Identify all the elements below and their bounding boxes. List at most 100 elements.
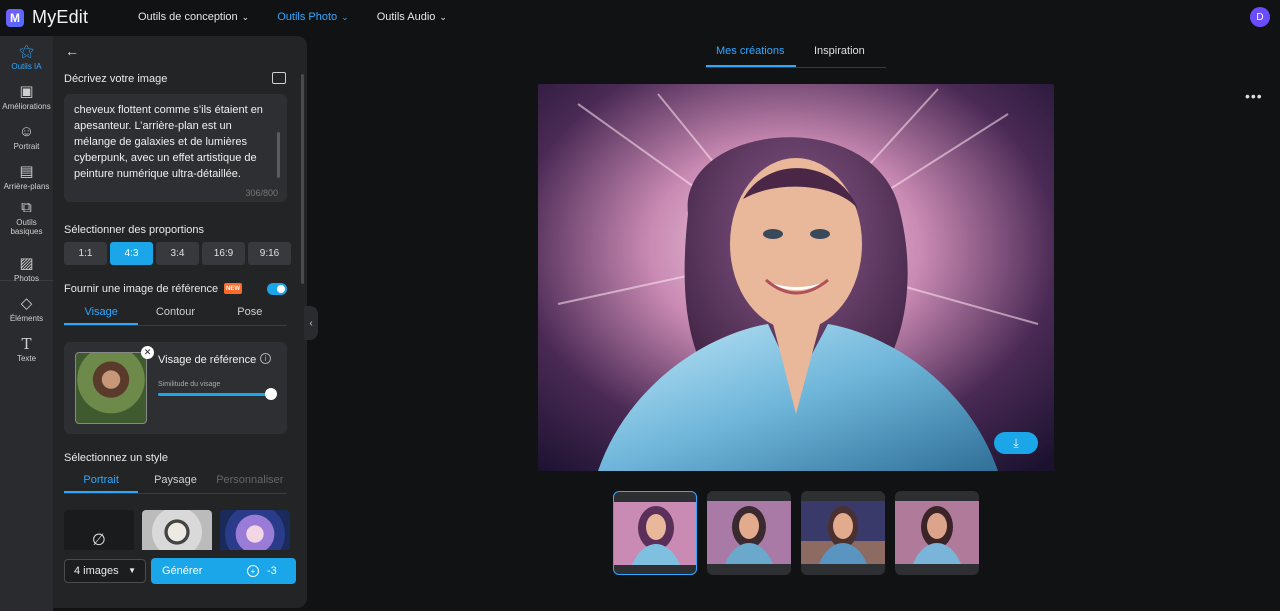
credit-icon: + [247,565,259,577]
tab-pose[interactable]: Pose [213,302,287,325]
nav-label: Outils Photo [277,11,338,23]
describe-title: Décrivez votre image [64,73,168,85]
rail-label: Améliorations [2,102,51,111]
app-logo[interactable]: M MyEdit [6,7,88,28]
top-bar: M MyEdit Outils de conception ⌄ Outils P… [0,0,1280,36]
style-anime-option[interactable] [220,510,290,550]
tab-face[interactable]: Visage [64,302,139,325]
portrait-icon: ☺ [18,123,35,140]
rail-item-backgrounds[interactable]: ▤ Arrière-plans [0,163,53,192]
nav-photo-tools[interactable]: Outils Photo ⌄ [277,11,348,23]
rail-item-photos[interactable]: ▨ Photos [0,255,53,284]
reference-face-thumbnail[interactable] [75,352,147,424]
top-nav: Outils de conception ⌄ Outils Photo ⌄ Ou… [138,11,475,23]
image-count-value: 4 images [74,565,119,577]
rail-label: Texte [16,354,37,363]
prompt-text: cheveux flottent comme s’ils étaient en … [74,104,263,180]
info-icon[interactable]: i [260,353,271,364]
slider-fill [158,393,272,396]
nav-design-tools[interactable]: Outils de conception ⌄ [138,11,249,23]
ratio-9-16[interactable]: 9:16 [248,242,291,265]
rail-label: Photos [14,274,39,283]
rail-item-basic-tools[interactable]: ⧉ Outils basiques [0,199,53,237]
new-badge: NEW [224,283,242,294]
generate-button[interactable]: Générer + -3 [151,558,296,584]
main-tabs: Mes créations Inspiration [706,40,886,68]
chevron-down-icon: ⌄ [241,11,250,22]
chevron-down-icon: ⌄ [439,11,447,22]
background-icon: ▤ [19,163,34,180]
user-avatar[interactable]: D [1250,7,1270,27]
image-enhance-icon: ▣ [19,83,34,100]
ratio-selector: 1:1 4:3 3:4 16:9 9:16 [64,242,291,265]
close-icon[interactable]: ✕ [141,346,154,359]
tab-portrait[interactable]: Portrait [64,470,139,493]
result-thumbnail-2[interactable] [707,491,791,575]
generator-panel: ← Décrivez votre image cheveux flottent … [53,36,307,608]
similarity-slider[interactable] [158,388,278,400]
crop-icon: ⧉ [21,199,32,216]
rail-item-elements[interactable]: ◇ Éléments [0,295,53,324]
rail-label: Arrière-plans [3,182,50,191]
tab-my-creations[interactable]: Mes créations [716,45,784,57]
style-title: Sélectionnez un style [64,452,168,464]
image-upload-icon[interactable] [272,72,286,84]
style-tabs: Portrait Paysage Personnaliser [64,470,287,494]
rail-item-enhancements[interactable]: ▣ Améliorations [0,83,53,112]
nav-label: Outils de conception [138,11,238,23]
tab-customize[interactable]: Personnaliser [213,470,287,493]
style-none-option[interactable]: ∅ [64,510,134,550]
image-count-select[interactable]: 4 images ▼ [64,559,146,583]
thumbnail-image [707,501,791,564]
slider-handle[interactable] [265,388,278,400]
shapes-icon: ◇ [20,295,33,312]
rail-label: Outils basiques [10,218,43,236]
ratio-1-1[interactable]: 1:1 [64,242,107,265]
reference-tabs: Visage Contour Pose [64,302,287,326]
active-tab-indicator [706,65,796,67]
logo-mark: M [6,8,24,27]
result-thumbnail-1[interactable] [613,491,697,575]
result-thumbnail-4[interactable] [895,491,979,575]
style-gallery: ∅ [64,510,290,550]
ratio-3-4[interactable]: 3:4 [156,242,199,265]
reference-card: ✕ Visage de référence i Similitude du vi… [64,342,287,434]
thumbnail-image [801,501,885,564]
tab-contour[interactable]: Contour [138,302,212,325]
rail-item-portrait[interactable]: ☺ Portrait [0,123,53,152]
reference-face-title: Visage de référence [158,354,257,366]
generate-label: Générer [162,565,203,577]
reference-toggle[interactable] [267,283,287,295]
more-options-icon[interactable]: ••• [1245,88,1263,104]
prompt-char-count: 306/800 [245,188,278,198]
rail-item-text[interactable]: T Texte [0,336,53,363]
text-icon: T [21,335,32,353]
thumbnail-image [614,502,696,565]
ratio-title: Sélectionner des proportions [64,224,205,236]
download-icon: ⤓ [1013,435,1019,450]
tab-landscape[interactable]: Paysage [138,470,212,493]
back-arrow-icon[interactable]: ← [65,43,79,59]
panel-scrollbar[interactable] [301,74,304,284]
download-button[interactable]: ⤓ [994,432,1038,454]
rail-label: Éléments [9,314,44,323]
prompt-scrollbar[interactable] [277,132,280,178]
result-thumbnail-3[interactable] [801,491,885,575]
portrait-illustration [538,84,1054,471]
no-style-icon: ∅ [92,532,106,549]
tab-inspiration[interactable]: Inspiration [814,45,865,57]
generated-image[interactable] [538,84,1054,471]
panel-collapse-handle[interactable]: ‹ [304,306,318,340]
photo-icon: ▨ [19,255,34,272]
style-sketch-option[interactable] [142,510,212,550]
similarity-label: Similitude du visage [158,381,221,388]
prompt-textarea[interactable]: cheveux flottent comme s’ils étaient en … [64,94,287,202]
rail-label: Portrait [13,142,40,151]
chevron-down-icon: ⌄ [341,11,349,22]
ratio-4-3[interactable]: 4:3 [110,242,153,265]
reference-title: Fournir une image de référence [64,283,219,295]
chevron-left-icon: ‹ [309,317,313,329]
nav-audio-tools[interactable]: Outils Audio ⌄ [377,11,447,23]
ratio-16-9[interactable]: 16:9 [202,242,245,265]
rail-item-ai-tools[interactable]: ⚝ Outils IA [0,44,53,72]
